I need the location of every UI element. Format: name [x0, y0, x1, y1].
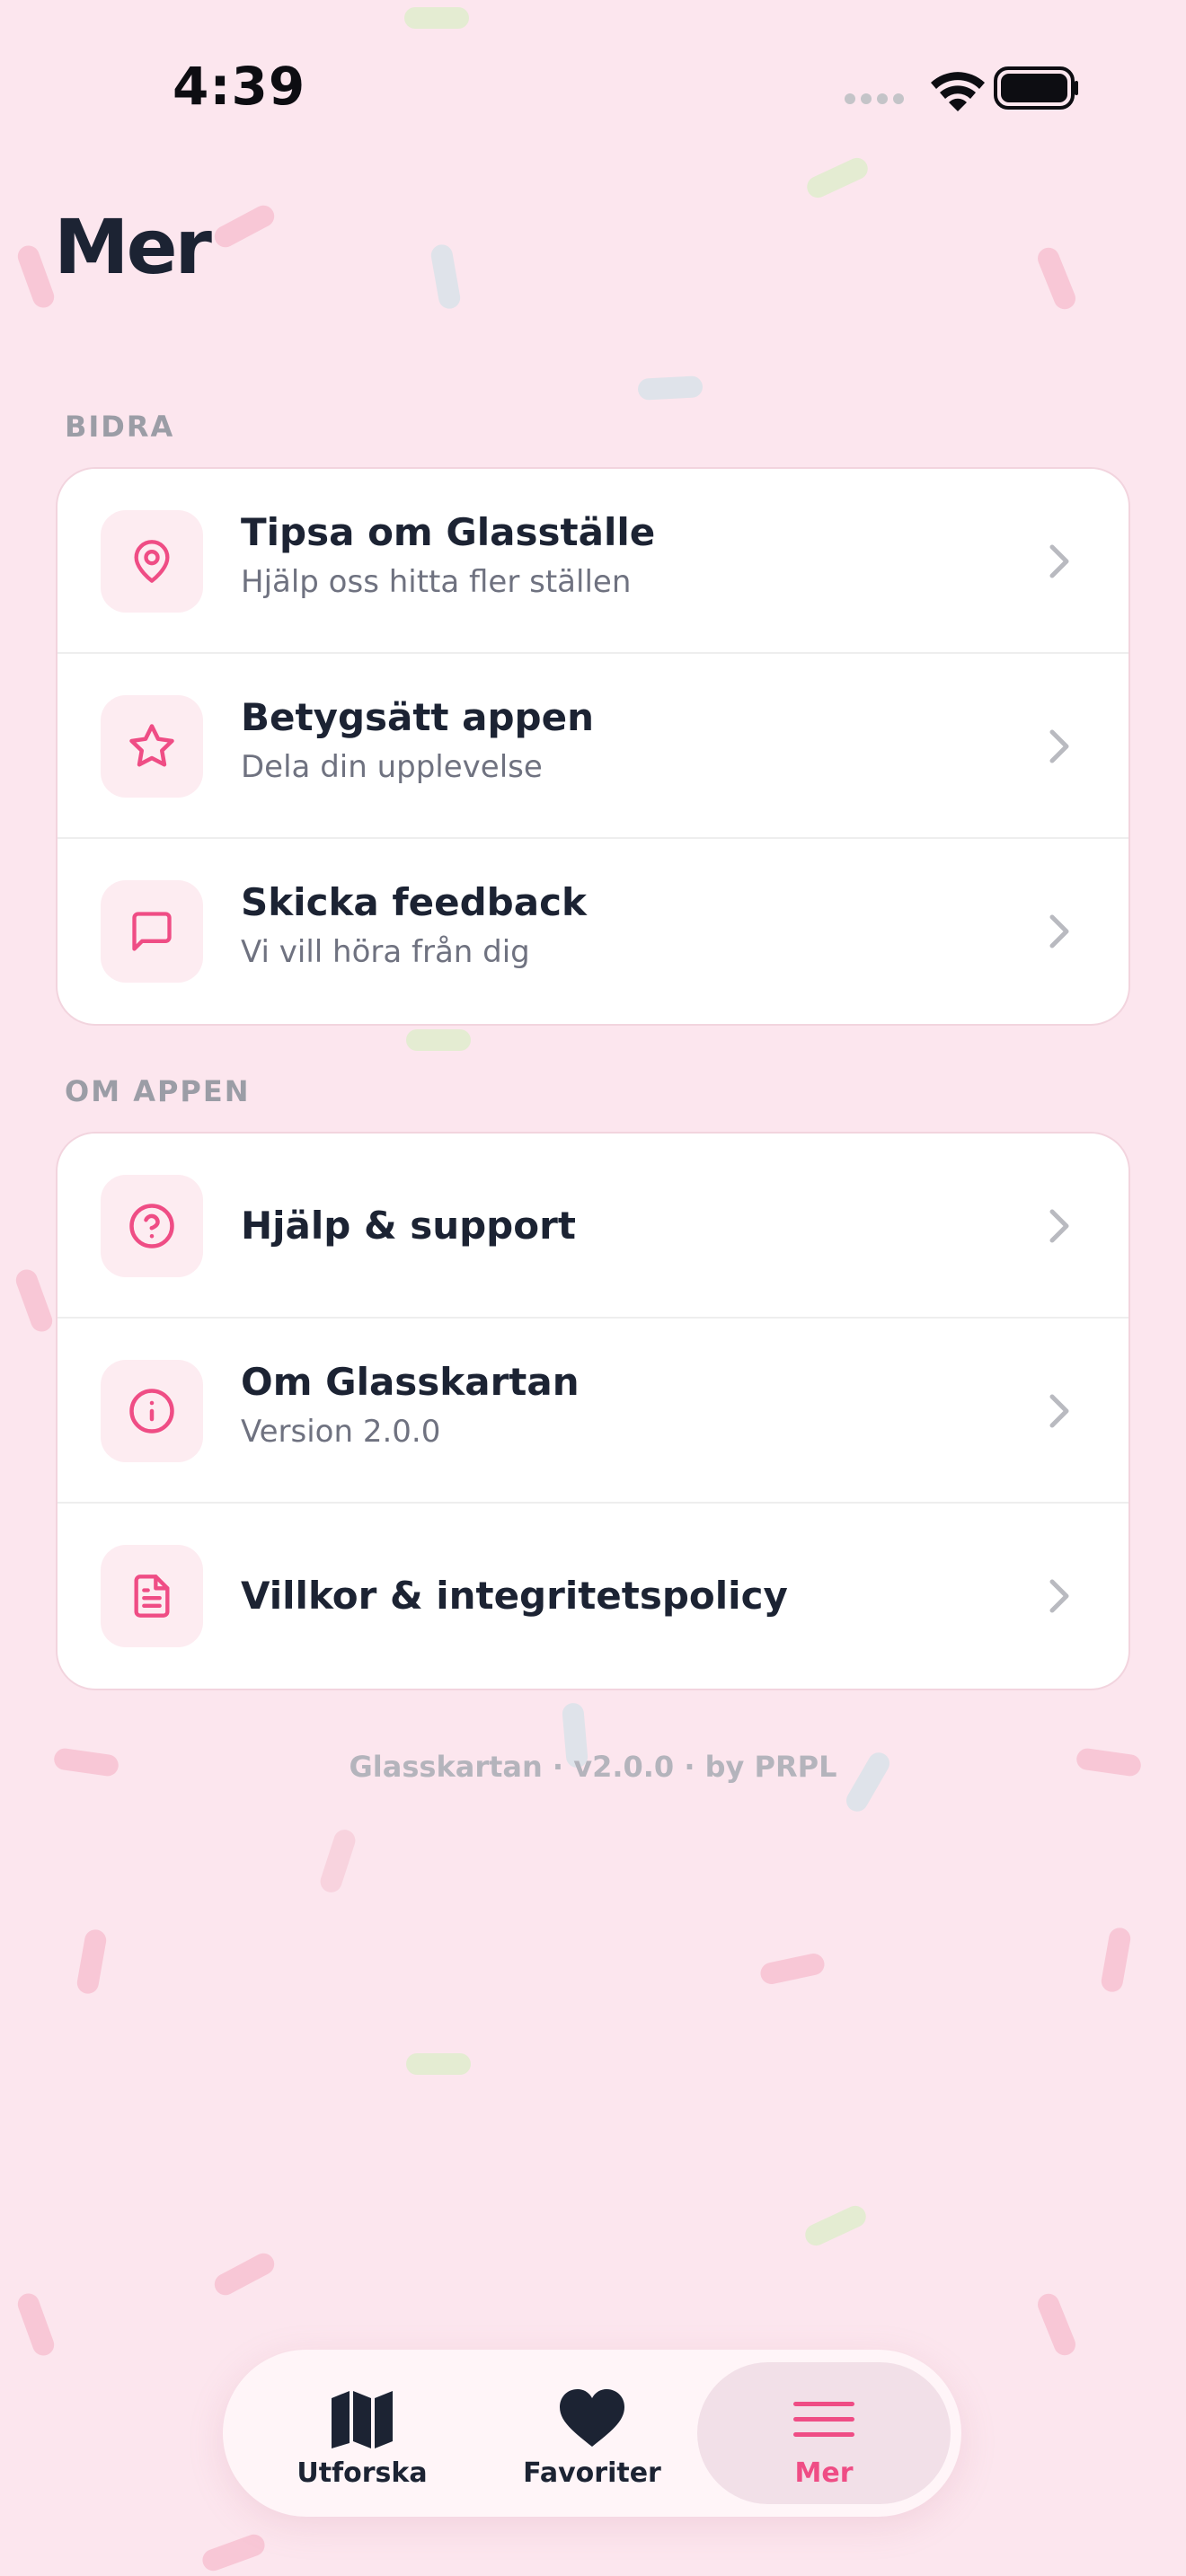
document-icon — [134, 1575, 170, 1618]
row-tipsa-om-glasstalle[interactable]: Tipsa om Glasställe Hjälp oss hitta fler… — [58, 469, 1128, 654]
sprinkle — [210, 2249, 279, 2299]
battery-icon — [994, 66, 1078, 110]
sprinkle — [406, 2053, 471, 2075]
sprinkle — [14, 243, 58, 311]
question-circle-icon — [129, 1204, 174, 1248]
sprinkle — [14, 2290, 58, 2359]
tab-utforska[interactable]: Utforska — [235, 2362, 489, 2504]
sprinkle — [429, 243, 463, 311]
chevron-right-icon — [1049, 914, 1069, 948]
sprinkle — [75, 1928, 109, 1996]
icon-box — [101, 695, 203, 798]
icon-box — [101, 880, 203, 983]
tab-favoriter[interactable]: Favoriter — [465, 2362, 719, 2504]
sprinkle — [404, 7, 469, 29]
message-icon — [132, 912, 172, 951]
sprinkle — [801, 2201, 870, 2250]
page-title: Mer — [54, 203, 212, 291]
row-betygsatt-appen[interactable]: Betygsätt appen Dela din upplevelse — [58, 654, 1128, 839]
tab-label: Mer — [794, 2457, 854, 2489]
tab-label: Utforska — [296, 2457, 428, 2489]
footer-version: Glasskartan · v2.0.0 · by PRPL — [349, 1750, 837, 1784]
row-title: Hjälp & support — [241, 1204, 576, 1248]
sprinkle — [803, 154, 872, 202]
tab-mer[interactable]: Mer — [697, 2362, 951, 2504]
map-icon — [332, 2391, 393, 2448]
bidra-card: Tipsa om Glasställe Hjälp oss hitta fler… — [56, 467, 1130, 1026]
row-title: Skicka feedback — [241, 880, 587, 924]
section-title-om-appen: OM APPEN — [65, 1074, 251, 1108]
wifi-icon — [931, 72, 985, 111]
om-appen-card: Hjälp & support Om Glasskartan Version 2… — [56, 1132, 1130, 1690]
sprinkle — [406, 1029, 471, 1051]
tab-label: Favoriter — [523, 2457, 661, 2489]
row-om-glasskartan[interactable]: Om Glasskartan Version 2.0.0 — [58, 1319, 1128, 1504]
chevron-right-icon — [1049, 1579, 1069, 1613]
row-subtitle: Dela din upplevelse — [241, 749, 543, 785]
row-subtitle: Hjälp oss hitta fler ställen — [241, 564, 632, 600]
section-title-bidra: BIDRA — [65, 410, 175, 444]
status-time: 4:39 — [173, 56, 306, 117]
row-title: Villkor & integritetspolicy — [241, 1574, 788, 1618]
heart-icon — [560, 2389, 624, 2447]
sprinkle — [317, 1827, 358, 1895]
row-hjalp-support[interactable]: Hjälp & support — [58, 1134, 1128, 1319]
icon-box — [101, 1545, 203, 1647]
info-circle-icon — [129, 1389, 174, 1434]
cellular-signal-icon — [845, 93, 904, 104]
icon-box — [101, 510, 203, 613]
row-title: Om Glasskartan — [241, 1360, 580, 1404]
chevron-right-icon — [1049, 544, 1069, 578]
row-villkor-integritetspolicy[interactable]: Villkor & integritetspolicy — [58, 1504, 1128, 1689]
sprinkle — [1099, 1926, 1133, 1994]
tab-bar: Utforska Favoriter Mer — [223, 2350, 961, 2517]
menu-icon — [793, 2402, 854, 2437]
icon-box — [101, 1175, 203, 1277]
sprinkle — [758, 1951, 827, 1987]
icon-box — [101, 1360, 203, 1462]
row-subtitle: Vi vill höra från dig — [241, 934, 530, 970]
chevron-right-icon — [1049, 1209, 1069, 1243]
star-icon — [129, 724, 174, 767]
sprinkle — [1034, 244, 1079, 313]
status-icons — [845, 66, 1078, 111]
chevron-right-icon — [1049, 729, 1069, 763]
sprinkle — [637, 375, 704, 401]
sprinkle — [13, 1266, 56, 1335]
sprinkle — [210, 201, 279, 251]
row-title: Tipsa om Glasställe — [241, 510, 656, 554]
chevron-right-icon — [1049, 1394, 1069, 1428]
row-title: Betygsätt appen — [241, 695, 594, 739]
sprinkle — [199, 2531, 268, 2574]
sprinkle — [1034, 2290, 1079, 2359]
row-subtitle: Version 2.0.0 — [241, 1414, 441, 1450]
row-skicka-feedback[interactable]: Skicka feedback Vi vill höra från dig — [58, 839, 1128, 1024]
map-pin-icon — [134, 540, 170, 583]
